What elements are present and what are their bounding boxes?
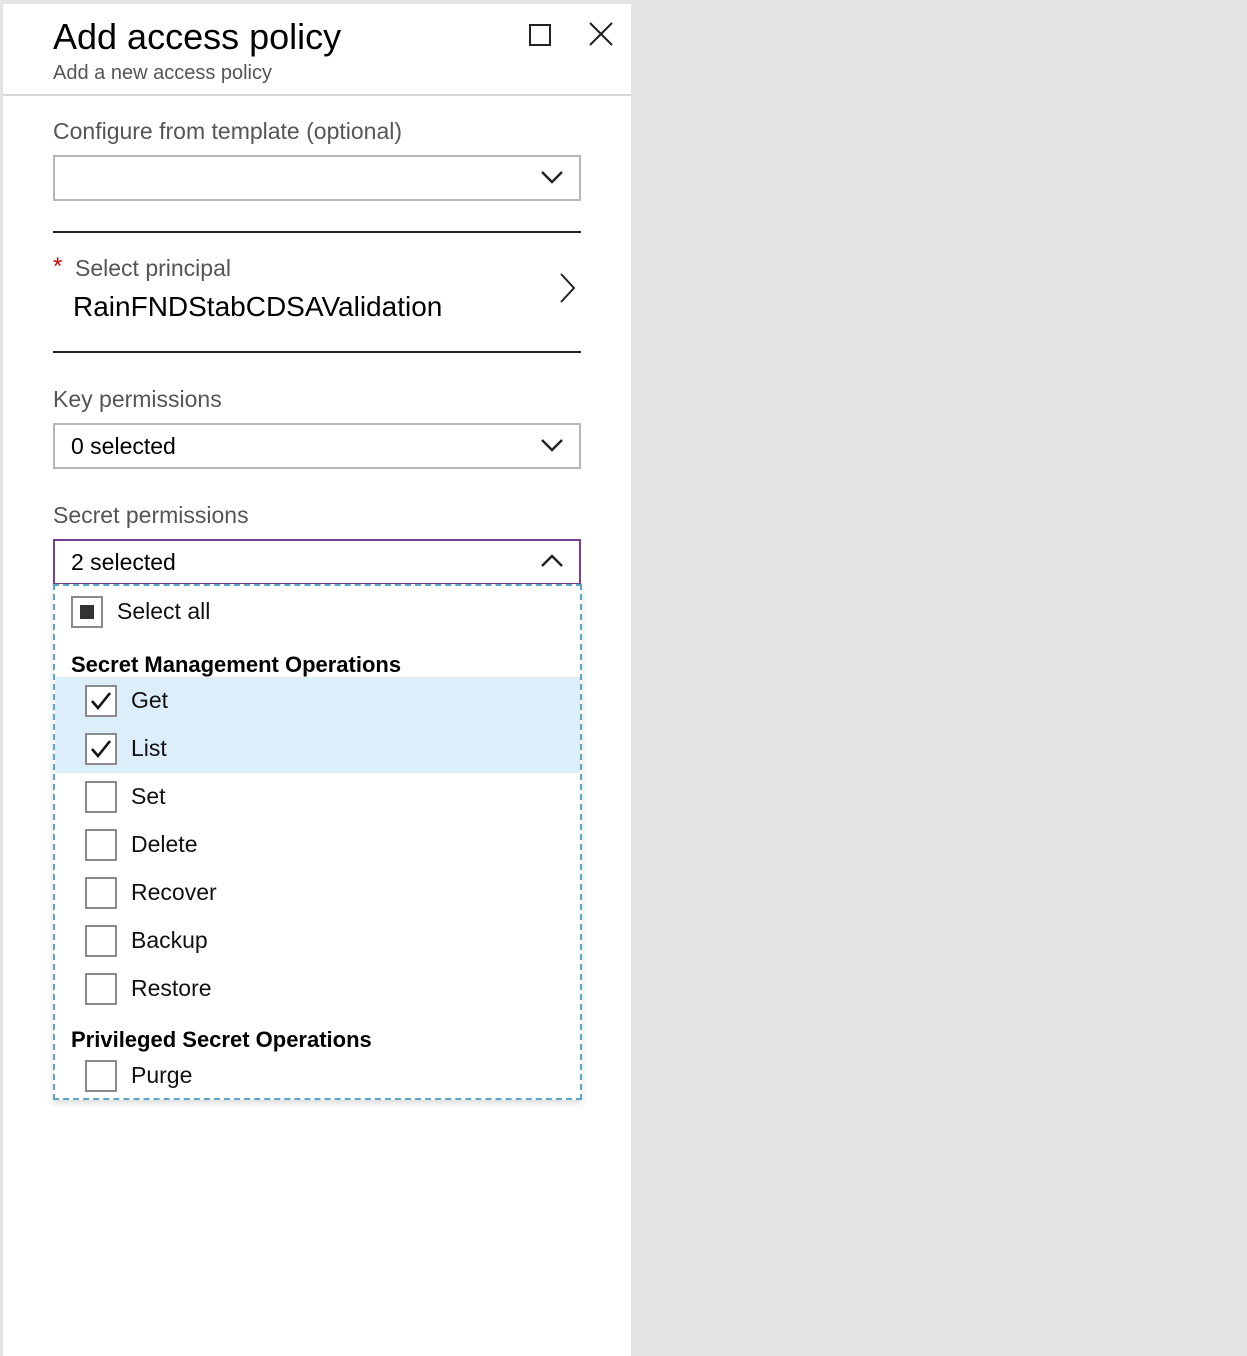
list-checkbox[interactable] [85,733,117,765]
template-label: Configure from template (optional) [53,118,402,144]
option-get[interactable]: Get [55,677,580,726]
blade-subtitle: Add a new access policy [53,62,273,84]
key-permissions-label: Key permissions [53,386,222,412]
option-set[interactable]: Set [55,773,580,821]
option-delete[interactable]: Delete [55,821,580,869]
option-label: Delete [131,831,198,857]
select-all-label: Select all [117,598,211,624]
checkmark-icon [91,740,112,759]
secret-permissions-label: Secret permissions [53,502,249,528]
required-asterisk: * [53,253,63,280]
option-label: Backup [131,927,208,953]
secret-permissions-list: Select all Secret Management Operations … [53,584,582,1100]
secret-permissions-dropdown[interactable]: 2 selected [53,539,581,585]
chevron-right-icon [560,273,576,303]
recover-checkbox[interactable] [85,877,117,909]
select-principal[interactable]: * Select principal RainFNDStabCDSAValida… [53,231,581,353]
option-recover[interactable]: Recover [55,869,580,917]
key-permissions-dropdown[interactable]: 0 selected [53,423,581,469]
group-heading: Secret Management Operations [71,652,402,677]
indeterminate-mark-icon [80,605,94,619]
backup-checkbox[interactable] [85,925,117,957]
checkmark-icon [91,692,112,711]
chevron-down-icon [541,171,563,184]
purge-checkbox[interactable] [85,1060,117,1092]
maximize-icon[interactable] [529,24,551,46]
select-all-checkbox[interactable] [71,596,103,628]
option-label: Restore [131,975,212,1001]
delete-checkbox[interactable] [85,829,117,861]
chevron-down-icon [541,439,563,452]
option-label: List [131,735,167,761]
option-backup[interactable]: Backup [55,917,580,965]
secret-permissions-value: 2 selected [71,549,176,575]
option-label: Purge [131,1062,193,1088]
option-label: Recover [131,879,217,905]
principal-value: RainFNDStabCDSAValidation [73,291,443,322]
key-permissions-value: 0 selected [71,433,176,459]
principal-label: Select principal [75,255,231,281]
blade-header: Add access policy Add a new access polic… [3,4,631,96]
chevron-up-icon [541,554,563,567]
set-checkbox[interactable] [85,781,117,813]
option-label: Get [131,687,169,713]
add-access-policy-blade: Add access policy Add a new access polic… [3,4,631,1356]
template-dropdown[interactable] [53,155,581,201]
restore-checkbox[interactable] [85,973,117,1005]
blade-title: Add access policy [53,16,342,57]
group-heading: Privileged Secret Operations [71,1027,372,1052]
option-restore[interactable]: Restore [55,965,580,1013]
get-checkbox[interactable] [85,685,117,717]
option-label: Set [131,783,166,809]
select-all-option[interactable]: Select all [55,588,580,636]
option-purge[interactable]: Purge [55,1052,580,1100]
close-icon[interactable] [587,20,615,48]
option-list[interactable]: List [55,725,580,773]
